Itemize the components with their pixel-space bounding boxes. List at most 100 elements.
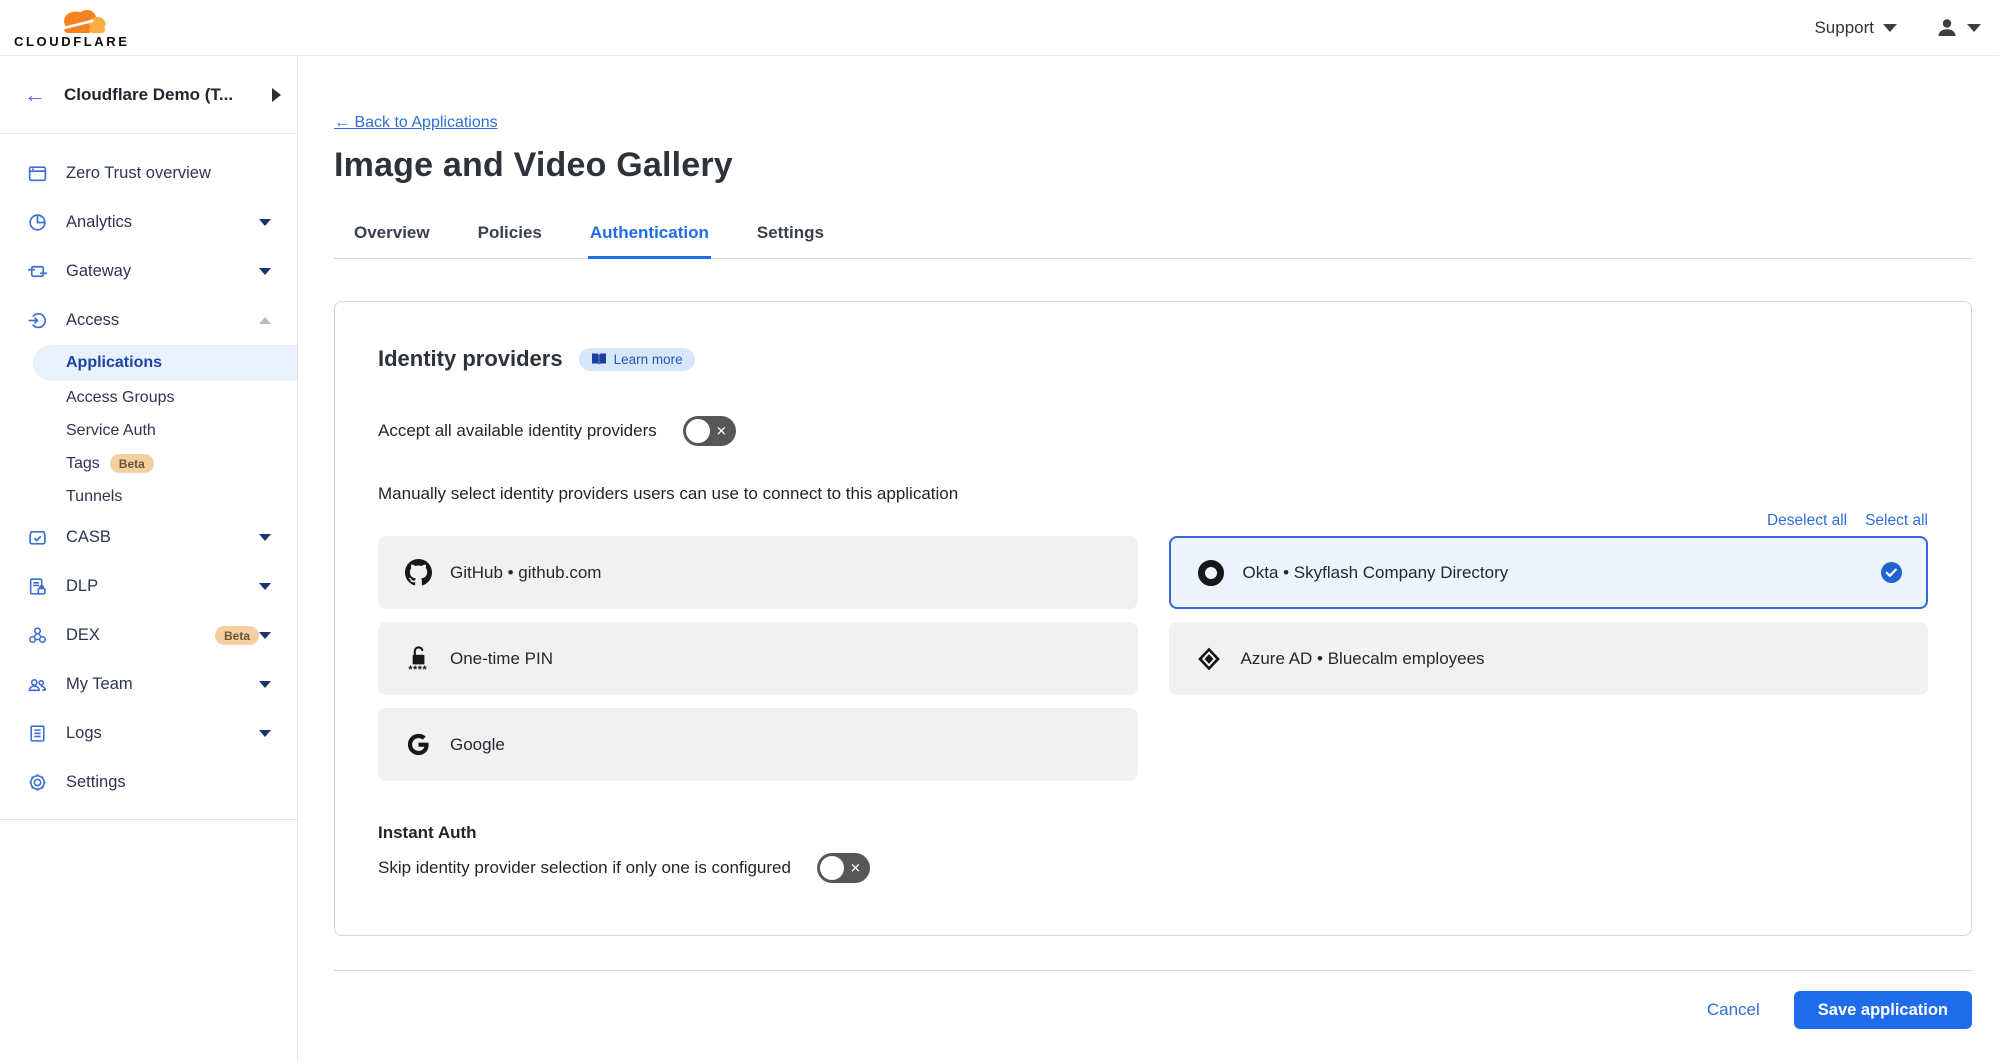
cloudflare-cloud-icon (54, 7, 112, 33)
sidebar-divider (0, 819, 297, 820)
sidebar-item-access[interactable]: Access (0, 296, 297, 345)
sidebar-subitem-label: Service Auth (66, 422, 156, 440)
provider-card-one-time-pin[interactable]: **** One-time PIN (378, 622, 1138, 695)
toggle-knob (820, 856, 844, 880)
chevron-down-icon[interactable] (259, 268, 271, 275)
book-icon (591, 352, 607, 366)
sidebar-item-casb[interactable]: CASB (0, 513, 297, 562)
sidebar-item-access-groups[interactable]: Access Groups (0, 381, 297, 414)
sidebar-item-dlp[interactable]: DLP (0, 562, 297, 611)
sidebar-item-label: DLP (66, 577, 259, 596)
account-switcher[interactable]: ← Cloudflare Demo (T... (0, 56, 297, 134)
footer-actions: Cancel Save application (334, 991, 1972, 1029)
instant-auth-toggle[interactable]: ✕ (817, 853, 870, 883)
sidebar-item-my-team[interactable]: My Team (0, 660, 297, 709)
accept-all-toggle[interactable]: ✕ (683, 416, 736, 446)
chevron-down-icon[interactable] (259, 681, 271, 688)
sidebar-item-logs[interactable]: Logs (0, 709, 297, 758)
sidebar-subitem-label: Tags (66, 455, 100, 473)
provider-label: Google (450, 735, 1114, 755)
pie-chart-icon (27, 212, 48, 233)
save-application-button[interactable]: Save application (1794, 991, 1972, 1029)
sidebar-item-label: Gateway (66, 262, 259, 281)
cloudflare-logo: CLOUDFLARE (0, 7, 130, 49)
chevron-up-icon[interactable] (259, 317, 271, 324)
provider-card-okta[interactable]: Okta • Skyflash Company Directory (1169, 536, 1929, 609)
toggle-x-icon: ✕ (716, 425, 727, 438)
azure-ad-icon (1195, 646, 1223, 672)
sidebar-item-label: Settings (66, 773, 271, 792)
page-title: Image and Video Gallery (334, 146, 1972, 185)
gear-icon (27, 772, 48, 793)
tab-overview[interactable]: Overview (352, 213, 432, 259)
provider-label: One-time PIN (450, 649, 1114, 669)
chevron-down-icon[interactable] (259, 219, 271, 226)
sidebar-item-analytics[interactable]: Analytics (0, 198, 297, 247)
toggle-x-icon: ✕ (850, 862, 861, 875)
chevron-down-icon[interactable] (259, 730, 271, 737)
sidebar-item-label: CASB (66, 528, 259, 547)
network-nodes-icon (27, 625, 48, 646)
sidebar-subitem-label: Access Groups (66, 389, 174, 407)
learn-more-label: Learn more (614, 352, 683, 367)
identity-providers-card: Identity providers Learn more Accept all… (334, 301, 1972, 936)
support-label: Support (1814, 18, 1874, 38)
sidebar-item-gateway[interactable]: Gateway (0, 247, 297, 296)
sidebar-item-applications[interactable]: Applications (33, 345, 297, 381)
learn-more-badge[interactable]: Learn more (579, 348, 695, 371)
sidebar-item-label: Zero Trust overview (66, 164, 271, 183)
sidebar-item-label: Logs (66, 724, 259, 743)
sidebar: ← Cloudflare Demo (T... Zero Trust overv… (0, 56, 298, 1061)
back-arrow-icon[interactable]: ← (24, 84, 46, 106)
tab-authentication[interactable]: Authentication (588, 213, 711, 259)
support-menu[interactable]: Support (1814, 18, 1897, 38)
sidebar-item-label: Analytics (66, 213, 259, 232)
beta-badge: Beta (215, 626, 259, 645)
chevron-right-icon[interactable] (272, 88, 281, 102)
provider-label: Okta • Skyflash Company Directory (1243, 563, 1882, 583)
tab-policies[interactable]: Policies (476, 213, 544, 259)
manual-select-text: Manually select identity providers users… (378, 484, 1928, 504)
select-all-link[interactable]: Select all (1865, 512, 1928, 530)
user-menu[interactable] (1935, 16, 1981, 40)
sidebar-item-service-auth[interactable]: Service Auth (0, 414, 297, 447)
sidebar-item-tunnels[interactable]: Tunnels (0, 480, 297, 513)
chevron-down-icon[interactable] (259, 583, 271, 590)
sidebar-item-tags[interactable]: Tags Beta (0, 447, 297, 480)
access-subnav: Applications Access Groups Service Auth … (0, 345, 297, 513)
sidebar-item-label: DEX (66, 626, 205, 645)
main-content: ← Back to Applications Image and Video G… (298, 56, 1999, 1029)
window-icon (27, 163, 48, 184)
back-to-applications-link[interactable]: ← Back to Applications (334, 114, 498, 132)
card-title: Identity providers (378, 346, 563, 372)
sidebar-subitem-label: Tunnels (66, 488, 122, 506)
deselect-all-link[interactable]: Deselect all (1767, 512, 1847, 530)
okta-icon (1197, 560, 1225, 586)
chevron-down-icon[interactable] (259, 632, 271, 639)
provider-card-google[interactable]: Google (378, 708, 1138, 781)
sidebar-item-dex[interactable]: DEX Beta (0, 611, 297, 660)
brand-wordmark: CLOUDFLARE (14, 34, 130, 49)
document-lines-icon (27, 723, 48, 744)
skip-toggle-label: Skip identity provider selection if only… (378, 858, 791, 878)
one-time-pin-icon: **** (404, 644, 432, 674)
accept-all-label: Accept all available identity providers (378, 421, 657, 441)
beta-badge: Beta (110, 454, 154, 473)
sidebar-item-zero-trust-overview[interactable]: Zero Trust overview (0, 149, 297, 198)
tab-settings[interactable]: Settings (755, 213, 826, 259)
box-check-icon (27, 527, 48, 548)
chevron-down-icon (1967, 24, 1981, 32)
chevron-down-icon[interactable] (259, 534, 271, 541)
sidebar-subitem-label: Applications (66, 354, 162, 372)
provider-card-azure-ad[interactable]: Azure AD • Bluecalm employees (1169, 622, 1929, 695)
sidebar-item-settings[interactable]: Settings (0, 758, 297, 807)
cancel-button[interactable]: Cancel (1707, 1000, 1760, 1020)
document-lock-icon (27, 576, 48, 597)
user-icon (1935, 16, 1959, 40)
account-name: Cloudflare Demo (T... (64, 85, 272, 105)
chevron-down-icon (1883, 24, 1897, 32)
people-icon (27, 674, 48, 695)
google-icon (404, 732, 432, 757)
provider-card-github[interactable]: GitHub • github.com (378, 536, 1138, 609)
access-icon (27, 310, 48, 331)
